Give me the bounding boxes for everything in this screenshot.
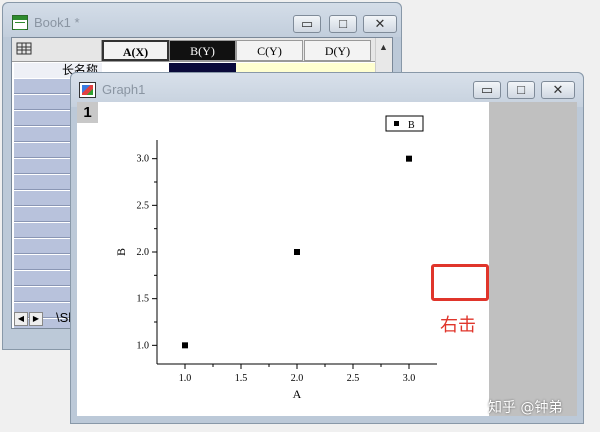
workbook-titlebar[interactable]: Book1 * ▭ □ ✕ bbox=[3, 3, 401, 37]
y-tick-label: 1.5 bbox=[137, 294, 150, 305]
graph-icon bbox=[79, 82, 96, 98]
y-tick-label: 3.0 bbox=[137, 154, 150, 165]
scatter-plot[interactable]: 1.0 1.5 2.0 2.5 3.0 1.0 1.5 2.0 2.5 3.0 A B B bbox=[77, 102, 489, 416]
workbook-icon bbox=[12, 15, 28, 30]
restore-icon[interactable]: □ bbox=[329, 15, 357, 33]
legend-box bbox=[385, 115, 424, 132]
close-icon[interactable]: ✕ bbox=[363, 15, 397, 33]
y-axis-label: B bbox=[114, 248, 128, 256]
x-tick-label: 3.0 bbox=[403, 373, 416, 384]
data-point bbox=[406, 155, 412, 162]
x-tick-label: 1.5 bbox=[235, 373, 248, 384]
worksheet-corner-icon bbox=[16, 42, 32, 55]
column-header-row: A(X) B(Y) C(Y) D(Y) bbox=[12, 38, 392, 62]
select-all-corner[interactable] bbox=[14, 40, 102, 61]
close-icon[interactable]: ✕ bbox=[541, 81, 575, 99]
column-header-a[interactable]: A(X) bbox=[102, 40, 169, 61]
graph-canvas-area[interactable]: 1 1.0 1.5 2.0 2.5 3.0 1.0 1.5 2.0 2.5 3.0 A B B bbox=[77, 102, 577, 416]
data-point bbox=[182, 342, 188, 349]
workbook-title: Book1 * bbox=[34, 15, 80, 30]
x-tick-label: 2.0 bbox=[291, 373, 304, 384]
y-tick-label: 2.5 bbox=[137, 200, 150, 211]
right-click-highlight-box bbox=[431, 264, 489, 301]
restore-icon[interactable]: □ bbox=[507, 81, 535, 99]
graph-title: Graph1 bbox=[102, 82, 146, 97]
data-point bbox=[294, 249, 300, 255]
y-tick-label: 1.0 bbox=[137, 340, 150, 351]
column-header-b[interactable]: B(Y) bbox=[169, 40, 236, 61]
x-tick-label: 2.5 bbox=[347, 373, 360, 384]
minimize-icon[interactable]: ▭ bbox=[473, 81, 501, 99]
scroll-up-icon[interactable]: ▲ bbox=[379, 42, 388, 52]
graph-window[interactable]: Graph1 ▭ □ ✕ 1 1.0 1.5 2.0 2.5 3.0 1.0 1.5 2.0 2… bbox=[70, 72, 584, 424]
tab-prev-icon[interactable]: ◀ bbox=[14, 312, 28, 326]
x-axis-label: A bbox=[293, 387, 302, 401]
graph-page[interactable]: 1 1.0 1.5 2.0 2.5 3.0 1.0 1.5 2.0 2.5 3.0 A B B bbox=[77, 102, 489, 416]
minimize-icon[interactable]: ▭ bbox=[293, 15, 321, 33]
x-tick-label: 1.0 bbox=[179, 373, 192, 384]
right-click-annotation: 右击 bbox=[440, 315, 476, 336]
tab-next-icon[interactable]: ▶ bbox=[29, 312, 43, 326]
y-tick-label: 2.0 bbox=[137, 247, 150, 258]
legend-label: B bbox=[408, 120, 415, 131]
column-header-c[interactable]: C(Y) bbox=[236, 40, 303, 61]
column-header-d[interactable]: D(Y) bbox=[304, 40, 371, 61]
legend-marker bbox=[394, 121, 399, 126]
watermark: 知乎 @钟弟 bbox=[488, 400, 563, 416]
